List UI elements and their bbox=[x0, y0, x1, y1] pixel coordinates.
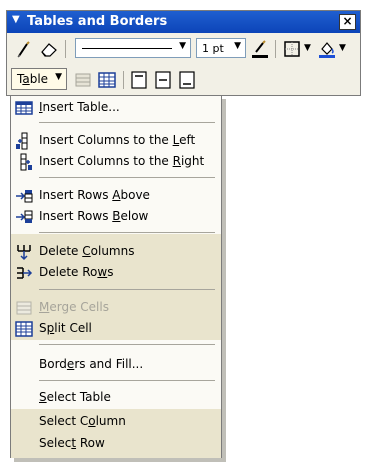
insert-rows-above-icon bbox=[16, 190, 33, 203]
table-menu-label: Table bbox=[17, 72, 49, 86]
close-button[interactable]: × bbox=[339, 14, 356, 30]
menu-item-insert-table[interactable]: Insert Table... bbox=[11, 97, 221, 118]
menu-separator bbox=[39, 344, 215, 345]
insert-columns-left-icon bbox=[16, 132, 28, 150]
menu-item-label: Insert Rows Above bbox=[39, 188, 150, 202]
menu-item-insert-rows-above[interactable]: Insert Rows Above bbox=[11, 185, 221, 206]
menu-item-label: Insert Columns to the Right bbox=[39, 154, 205, 168]
toolbar-separator bbox=[65, 40, 66, 58]
menu-item-delete-columns[interactable]: Delete Columns bbox=[11, 241, 221, 262]
menu-item-label: Select Table bbox=[39, 390, 111, 404]
menu-item-select-table[interactable]: Select Table bbox=[11, 387, 221, 408]
chevron-down-icon[interactable]: ▼ bbox=[304, 43, 311, 53]
chevron-down-icon[interactable]: ▼ bbox=[339, 43, 346, 53]
eraser-icon[interactable] bbox=[39, 39, 59, 59]
line-style-preview bbox=[82, 48, 172, 49]
line-style-dropdown[interactable]: ▼ bbox=[75, 38, 191, 58]
split-cell-icon bbox=[15, 321, 33, 337]
tables-and-borders-toolbar: ▼ Tables and Borders × ▼ 1 pt ▼ ▼ ▼ Tabl… bbox=[6, 10, 361, 96]
menu-item-borders-and-fill[interactable]: Borders and Fill... bbox=[11, 354, 221, 375]
menu-item-delete-rows[interactable]: Delete Rows bbox=[11, 262, 221, 283]
menu-item-insert-rows-below[interactable]: Insert Rows Below bbox=[11, 206, 221, 227]
menu-item-label: Select Column bbox=[39, 414, 126, 428]
menu-separator bbox=[39, 177, 215, 178]
menu-item-label: Delete Columns bbox=[39, 244, 135, 258]
menu-item-label: Select Row bbox=[39, 436, 105, 450]
chevron-down-icon[interactable]: ▼ bbox=[179, 41, 186, 51]
shading-color-icon[interactable] bbox=[317, 39, 337, 59]
menu-item-split-cell[interactable]: Split Cell bbox=[11, 318, 221, 339]
insert-columns-right-icon bbox=[20, 153, 32, 171]
menu-separator bbox=[39, 380, 215, 381]
menu-item-label: Merge Cells bbox=[39, 300, 109, 314]
menu-item-label: Split Cell bbox=[39, 321, 92, 335]
menu-item-insert-columns-left[interactable]: Insert Columns to the Left bbox=[11, 130, 221, 151]
chevron-down-icon: ▼ bbox=[55, 72, 62, 82]
delete-rows-icon bbox=[17, 267, 33, 279]
outside-border-icon[interactable] bbox=[282, 39, 302, 59]
draw-table-pencil-icon[interactable] bbox=[13, 39, 33, 59]
toolbar-titlebar[interactable]: ▼ Tables and Borders × bbox=[7, 11, 360, 33]
split-cells-icon[interactable] bbox=[97, 70, 117, 90]
menu-item-merge-cells[interactable]: Merge Cells bbox=[11, 297, 221, 318]
line-weight-value: 1 pt bbox=[202, 42, 224, 55]
menu-item-label: Insert Rows Below bbox=[39, 209, 149, 223]
menu-item-label: Insert Table... bbox=[39, 100, 120, 114]
menu-separator bbox=[39, 289, 215, 290]
align-bottom-icon[interactable] bbox=[177, 70, 197, 90]
toolbar-row-2: Table ▼ bbox=[7, 67, 360, 93]
line-weight-dropdown[interactable]: 1 pt ▼ bbox=[196, 38, 246, 58]
center-vertically-icon[interactable] bbox=[153, 70, 173, 90]
border-color-icon[interactable] bbox=[250, 39, 270, 59]
table-dropdown-menu: Insert Table... Insert Columns to the Le… bbox=[10, 95, 222, 458]
table-menu-button[interactable]: Table ▼ bbox=[11, 68, 67, 90]
menu-item-insert-columns-right[interactable]: Insert Columns to the Right bbox=[11, 151, 221, 172]
menu-item-label: Delete Rows bbox=[39, 265, 114, 279]
align-top-icon[interactable] bbox=[129, 70, 149, 90]
toolbar-separator bbox=[123, 71, 124, 89]
menu-separator bbox=[39, 122, 215, 123]
merge-cells-icon bbox=[16, 301, 32, 315]
chevron-down-icon[interactable]: ▼ bbox=[234, 41, 241, 51]
toolbar-row-1: ▼ 1 pt ▼ ▼ ▼ bbox=[7, 36, 360, 62]
toolbar-separator bbox=[275, 40, 276, 58]
menu-item-label: Insert Columns to the Left bbox=[39, 133, 196, 147]
merge-cells-icon[interactable] bbox=[73, 70, 93, 90]
insert-rows-below-icon bbox=[16, 210, 33, 223]
menu-item-select-row[interactable]: Select Row bbox=[11, 433, 221, 454]
insert-table-icon bbox=[15, 101, 33, 115]
menu-separator bbox=[39, 232, 215, 233]
toolbar-options-arrow-icon[interactable]: ▼ bbox=[12, 14, 20, 25]
delete-columns-icon bbox=[17, 245, 31, 261]
toolbar-title: Tables and Borders bbox=[27, 14, 168, 29]
menu-item-label: Borders and Fill... bbox=[39, 357, 144, 371]
menu-item-select-column[interactable]: Select Column bbox=[11, 411, 221, 432]
